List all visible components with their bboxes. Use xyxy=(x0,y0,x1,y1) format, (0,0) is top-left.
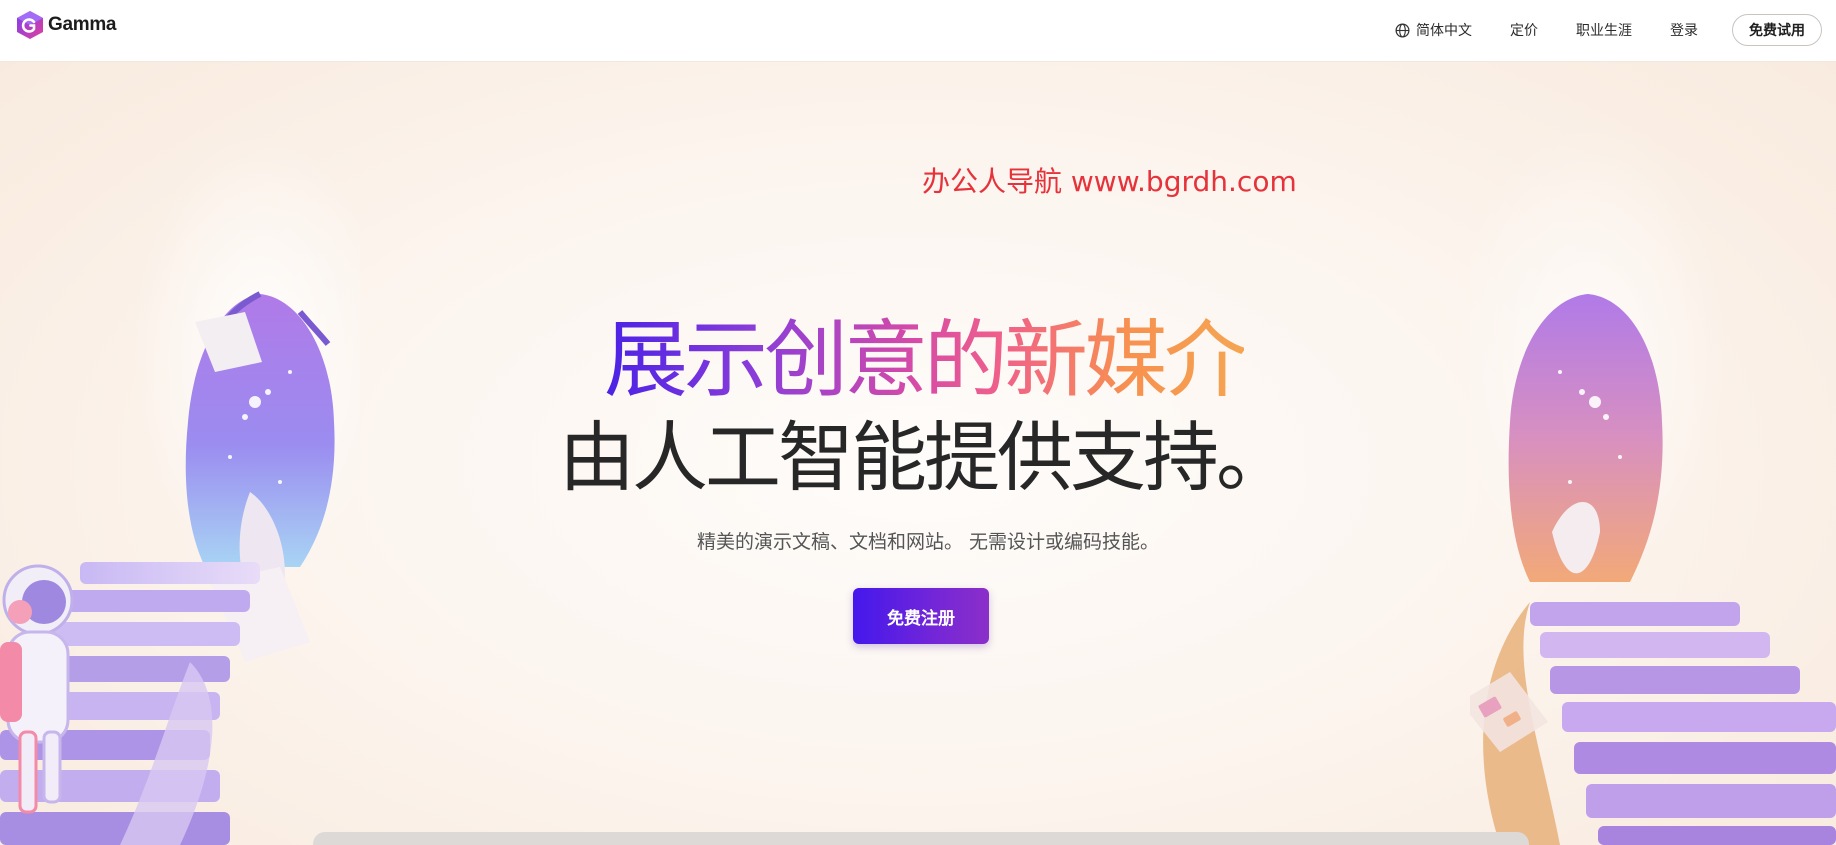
watermark-text: 办公人导航 www.bgrdh.com xyxy=(922,165,1297,198)
gamma-logo-icon xyxy=(17,11,43,39)
hero-description: 精美的演示文稿、文档和网站。 无需设计或编码技能。 xyxy=(696,531,1160,553)
language-selector[interactable]: 简体中文 xyxy=(1395,20,1472,40)
hero-headline: 展示创意的新媒介 xyxy=(0,310,1836,410)
product-preview-frame xyxy=(313,832,1529,845)
globe-icon xyxy=(1395,23,1410,37)
brand-logo[interactable]: Gamma xyxy=(16,10,117,40)
landing-page: Gamma 简体中文 定价 职业生涯 登录 免费试用 办公人导航 www.bgr… xyxy=(0,0,1836,845)
top-navigation: Gamma 简体中文 定价 职业生涯 登录 免费试用 xyxy=(0,0,1836,62)
language-label: 简体中文 xyxy=(1416,23,1472,39)
nav-link-careers[interactable]: 职业生涯 xyxy=(1576,20,1632,40)
nav-menu: 简体中文 定价 职业生涯 登录 免费试用 xyxy=(1395,14,1822,46)
hero-subheadline: 由人工智能提供支持。 xyxy=(559,413,1292,502)
brand-name: Gamma xyxy=(48,14,117,35)
nav-link-login[interactable]: 登录 xyxy=(1670,20,1698,40)
nav-link-pricing[interactable]: 定价 xyxy=(1510,20,1538,40)
hero-headline-gradient: 展示创意的新媒介 xyxy=(603,311,1248,409)
try-free-button[interactable]: 免费试用 xyxy=(1732,14,1822,46)
signup-button[interactable]: 免费注册 xyxy=(853,588,989,644)
